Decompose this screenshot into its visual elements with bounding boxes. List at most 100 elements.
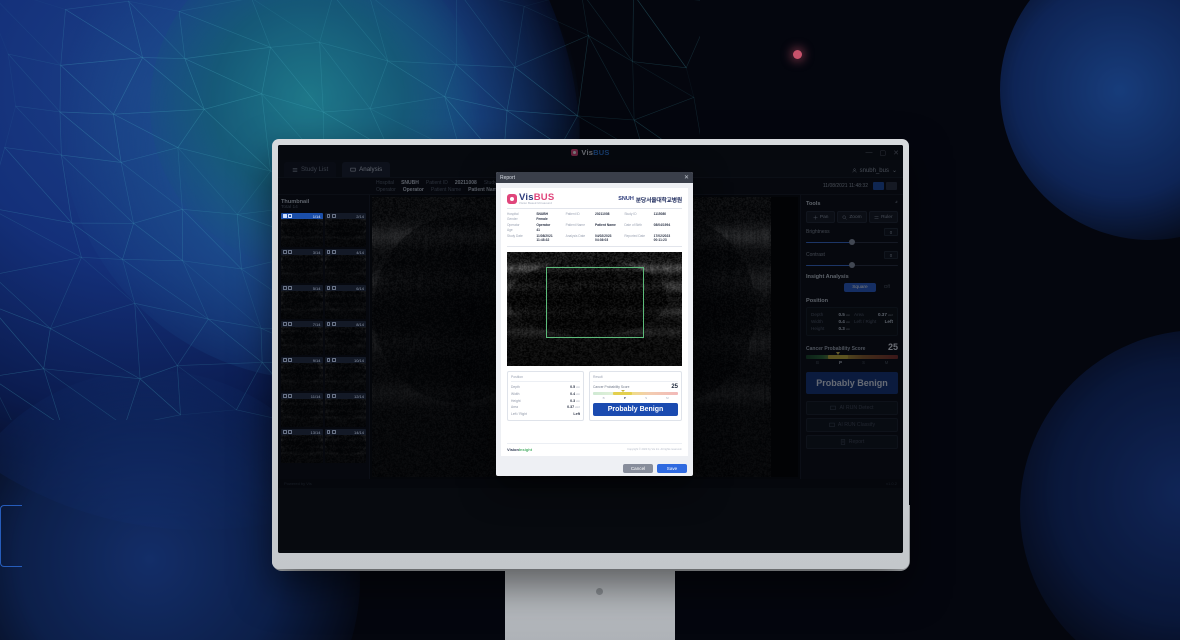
report-position-row: Area 0.37 cm² [511,404,580,411]
close-icon[interactable]: ✕ [684,174,689,181]
corner-accent-line [0,505,22,567]
thumbnail-bar: 10/14 [324,357,366,363]
report-ultrasound-image [507,252,682,367]
thumbnail-checkbox[interactable] [326,358,330,362]
thumbnail-bar: 14/14 [324,429,366,435]
report-position-value: 0.3 cm [570,398,580,403]
image-icon [331,214,336,218]
report-score-value: 25 [671,384,678,391]
monitor-stand-column [505,566,675,640]
thumbnail-bar: 6/14 [324,285,366,291]
report-position-row: Left / Right Left [511,410,580,417]
report-meta-value: 17/02/2023 00:11:23 [653,234,671,243]
modal-title: Report [500,174,516,181]
thumbnail-count: 5/14 [312,285,321,291]
report-meta-key: Patient Name [565,223,585,228]
thumbnail-checkbox[interactable] [326,286,330,290]
footer-logo-dark: Vision [507,447,519,452]
thumbnail-count: 8/14 [356,321,364,327]
report-score-label: Cancer Probability Score [593,385,630,390]
hospital-logo: SNUH 분당서울대학교병원 [618,195,682,204]
report-position-row: Depth 0.5 cm [511,384,580,391]
accent-dot [793,50,802,59]
vis-logo-icon [507,194,517,205]
thumbnail-checkbox[interactable] [326,250,330,254]
thumbnail-bar: 11/14 [281,393,323,399]
report-meta-value: 41 [536,228,540,233]
thumbnail-checkbox[interactable] [283,394,287,398]
thumbnail-bar: 9/14 [281,357,323,363]
report-meta-key: Date of Birth [624,223,643,228]
report-footer: VisionInsight Copyright © 2023 by Vis In… [507,443,682,452]
thumbnail-bar: 7/14 [281,321,323,327]
screen: VisBUS — ▢ ✕ Study List Analysis snubh_b… [278,145,903,553]
monitor: VisBUS — ▢ ✕ Study List Analysis snubh_b… [272,139,909,569]
thumbnail-count: 14/14 [353,429,364,435]
report-position-card: Position Depth 0.5 cm Width 0.4 cm Height 0.3… [507,371,584,422]
thumbnail-checkbox[interactable] [326,214,330,218]
thumbnail-count: 4/14 [356,249,364,255]
thumbnail-checkbox[interactable] [283,250,287,254]
thumbnail-bar: 8/14 [324,321,366,327]
report-position-key: Area [511,405,518,410]
report-position-value: 0.5 cm [570,385,580,390]
image-icon [331,250,336,254]
report-position-title: Position [511,375,580,383]
monitor-bezel: VisBUS — ▢ ✕ Study List Analysis snubh_b… [272,139,909,569]
image-icon [331,358,336,362]
background-blob [1020,330,1180,640]
report-meta-row: Study Date 11/08/2021 11:48:32 Analysis Da… [507,234,682,243]
thumbnail-bar: 5/14 [281,285,323,291]
gauge-bar [593,392,678,396]
report-body: VisBUS Vision Based Ultrasound SNUH 분당서울… [501,188,688,456]
image-icon [288,322,292,326]
thumbnail-bar: 12/14 [324,393,366,399]
image-icon [288,430,292,434]
report-meta-row: Operator Operator Patient Name Patient Name… [507,223,682,232]
save-button[interactable]: Save [657,464,687,473]
thumbnail-count: 2/14 [356,213,364,219]
gauge-label-p: P [623,395,626,400]
report-footer-logo: VisionInsight [507,447,532,452]
thumbnail-checkbox[interactable] [326,394,330,398]
report-header: VisBUS Vision Based Ultrasound SNUH 분당서울… [501,188,688,208]
thumbnail-checkbox[interactable] [326,430,330,434]
thumbnail-checkbox[interactable] [283,358,287,362]
thumbnail-bar: 2/14 [324,213,366,219]
thumbnail-checkbox[interactable] [283,214,287,218]
thumbnail-bar: 13/14 [281,429,323,435]
report-meta-key: Age [507,228,513,233]
report-meta-value: 1115080 [653,212,667,217]
thumbnail-checkbox[interactable] [283,286,287,290]
report-position-row: Width 0.4 cm [511,391,580,398]
thumbnail-count: 11/14 [310,393,321,399]
modal-footer: Cancel Save [496,461,693,476]
thumbnail-count: 3/14 [312,249,321,255]
thumbnail-count: 13/14 [310,429,321,435]
report-meta-key: Study Date [507,234,523,239]
gauge-labels: B P S M [593,396,678,400]
report-meta-key: Operator [507,223,520,228]
thumbnail-count: 6/14 [356,285,364,291]
report-result-title: Result [593,375,678,383]
lesion-bounding-box [545,266,644,338]
image-icon [288,214,292,218]
report-meta-key: Reported Date [624,234,646,239]
image-icon [288,394,292,398]
gauge-marker [621,389,626,392]
report-logo-tagline: Vision Based Ultrasound [519,201,552,205]
modal-titlebar: Report ✕ [496,172,693,183]
thumbnail-bar: 3/14 [281,249,323,255]
report-verdict-banner: Probably Benign [593,403,678,417]
report-meta-value: Patient Name [595,223,616,228]
footer-logo-accent: Insight [518,447,533,452]
cancel-button[interactable]: Cancel [623,464,653,473]
thumbnail-checkbox[interactable] [326,322,330,326]
image-icon [331,286,336,290]
report-meta-key: Analysis Date [565,234,586,239]
thumbnail-count: 12/14 [353,393,364,399]
thumbnail-checkbox[interactable] [283,322,287,326]
report-position-key: Left / Right [511,411,527,416]
report-position-key: Height [511,398,521,403]
thumbnail-checkbox[interactable] [283,430,287,434]
